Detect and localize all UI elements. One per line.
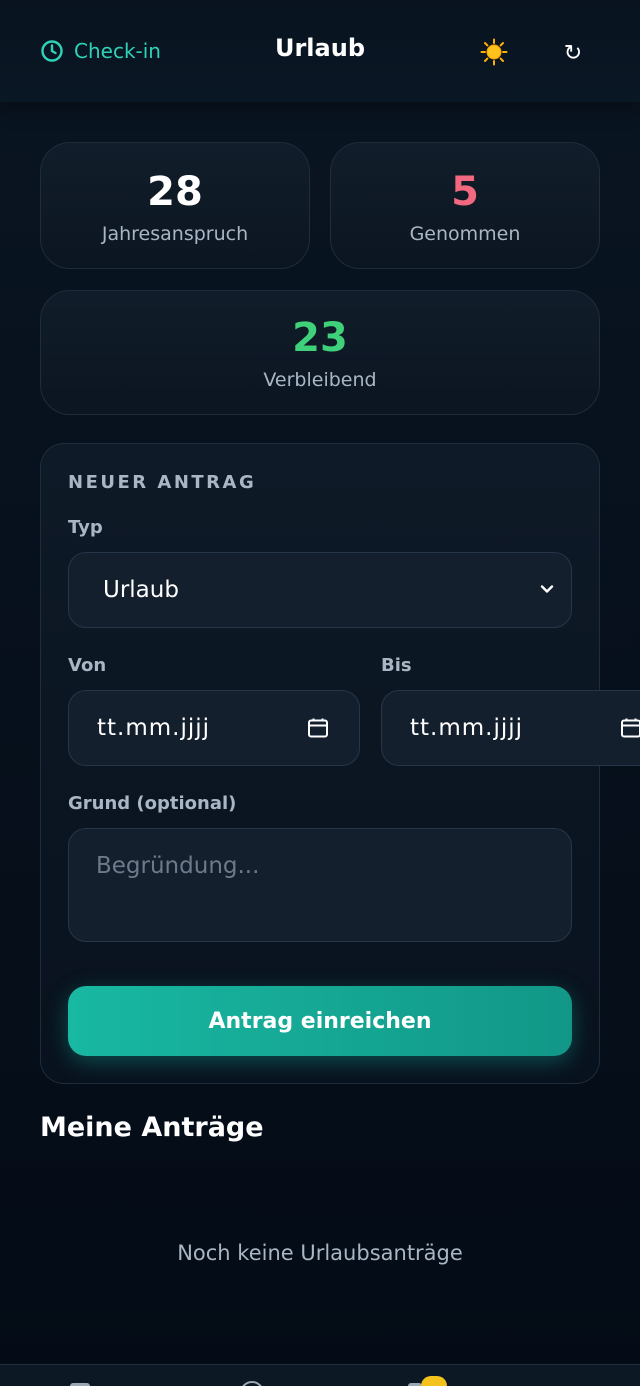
taken-value: 5 — [451, 169, 479, 215]
entitlement-value: 28 — [147, 169, 203, 215]
empty-state-text: Noch keine Urlaubsanträge — [177, 1241, 463, 1265]
to-date-value: tt.mm.jjjj — [410, 715, 524, 741]
bottom-navigation — [0, 1364, 640, 1386]
app-header: Check-in Urlaub ↻ — [0, 0, 640, 102]
taken-card: 5 Genommen — [330, 142, 600, 269]
notification-badge — [421, 1376, 447, 1386]
to-label: Bis — [381, 655, 412, 676]
calendar-icon[interactable] — [307, 717, 329, 739]
calendar-icon[interactable] — [620, 717, 640, 739]
remaining-card: 23 Verbleibend — [40, 290, 600, 415]
new-request-heading: NEUER ANTRAG — [68, 472, 257, 493]
refresh-icon: ↻ — [563, 40, 583, 66]
taken-label: Genommen — [409, 223, 521, 245]
page-title: Urlaub — [274, 34, 365, 62]
type-label: Typ — [68, 517, 103, 538]
reason-placeholder: Begründung... — [96, 853, 260, 879]
my-requests-heading: Meine Anträge — [40, 1112, 264, 1143]
submit-label: Antrag einreichen — [208, 1008, 432, 1034]
to-date-input[interactable]: tt.mm.jjjj — [381, 690, 640, 766]
sun-icon — [480, 38, 508, 66]
type-selected-value: Urlaub — [103, 577, 179, 603]
from-label: Von — [68, 655, 107, 676]
chevron-down-icon — [540, 585, 554, 593]
from-date-input[interactable]: tt.mm.jjjj — [68, 690, 360, 766]
remaining-label: Verbleibend — [263, 369, 377, 391]
reason-textarea[interactable]: Begründung... — [68, 828, 572, 942]
entitlement-label: Jahresanspruch — [101, 223, 249, 245]
refresh-button[interactable]: ↻ — [558, 38, 588, 68]
reason-label: Grund (optional) — [68, 793, 237, 814]
remaining-value: 23 — [292, 315, 348, 361]
submit-request-button[interactable]: Antrag einreichen — [68, 986, 572, 1056]
vacation-page: Check-in Urlaub ↻ 28 Jahresanspruch 5 Ge… — [0, 0, 640, 1386]
theme-toggle-button[interactable] — [478, 36, 510, 68]
type-select[interactable]: Urlaub — [68, 552, 572, 628]
from-date-value: tt.mm.jjjj — [97, 715, 211, 741]
entitlement-card: 28 Jahresanspruch — [40, 142, 310, 269]
